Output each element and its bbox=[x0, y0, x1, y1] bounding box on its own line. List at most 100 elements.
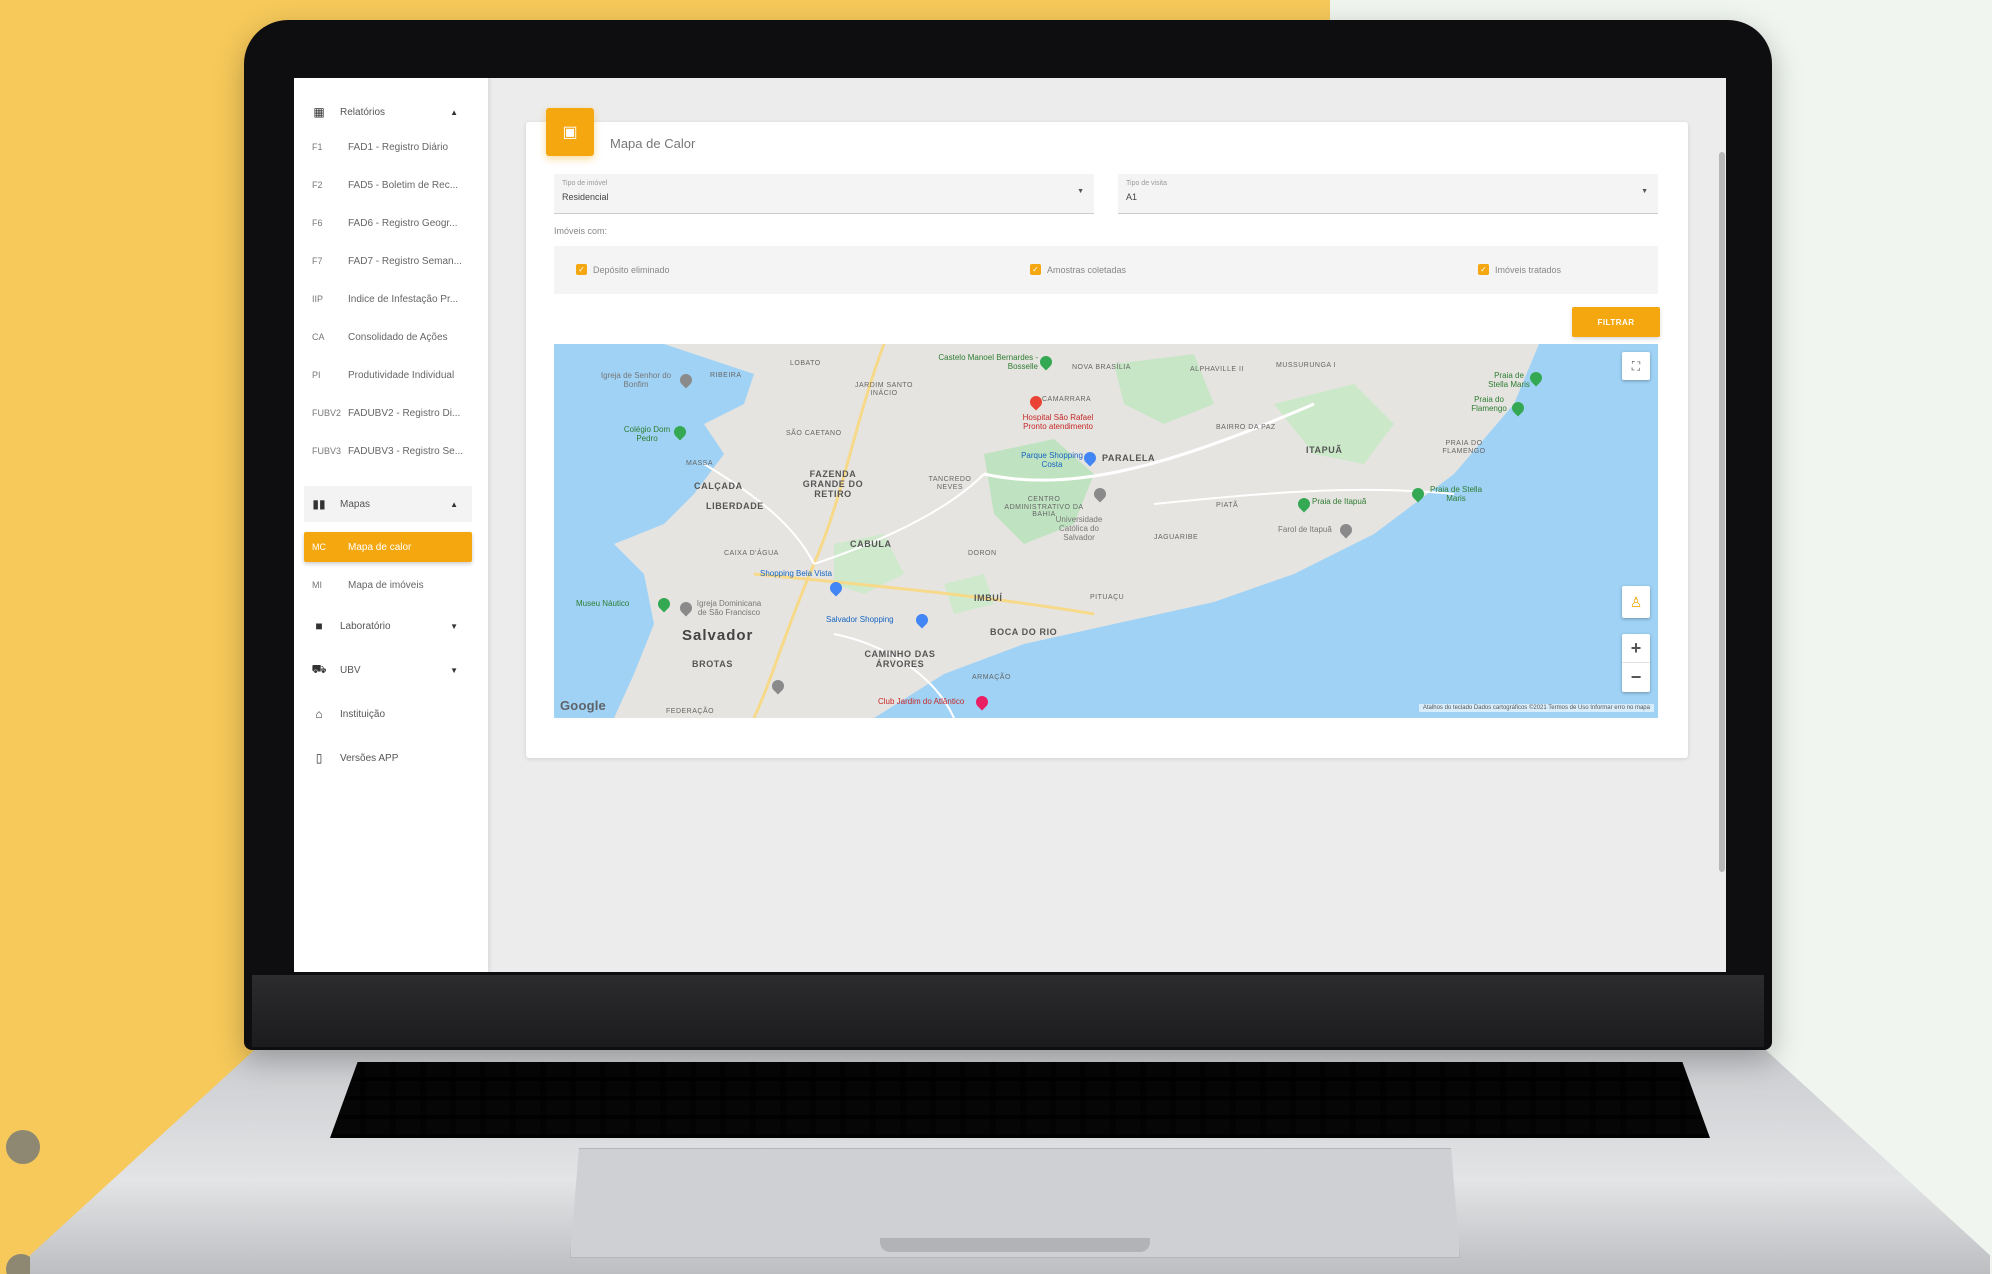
sidebar-item-heatmap[interactable]: MC Mapa de calor bbox=[304, 532, 472, 562]
institution-icon: ⌂ bbox=[315, 707, 323, 721]
sidebar-group-ubv[interactable]: ⛟ UBV ▼ bbox=[304, 652, 472, 688]
sidebar-item-label: FAD6 - Registro Geogr... bbox=[348, 217, 458, 229]
map-neighborhood-label: CAIXA D'ÁGUA bbox=[724, 550, 779, 557]
map-place-label: Praia de Itapuã bbox=[1312, 497, 1367, 506]
fullscreen-icon[interactable]: ⛶ bbox=[1622, 352, 1650, 380]
decor-dot bbox=[6, 1130, 40, 1164]
map-attribution[interactable]: Atalhos do teclado Dados cartográficos ©… bbox=[1418, 704, 1654, 712]
scrollbar[interactable] bbox=[1718, 104, 1726, 872]
laptop-keyboard bbox=[330, 1062, 1710, 1138]
sidebar-item-property-map[interactable]: MI Mapa de imóveis bbox=[304, 570, 472, 600]
map-place-label: Universidade Católica do Salvador bbox=[1055, 515, 1103, 542]
checkbox-label: Amostras coletadas bbox=[1047, 264, 1127, 275]
map-neighborhood-label: ARMAÇÃO bbox=[972, 674, 1011, 681]
sidebar-item-report[interactable]: PI Produtividade Individual bbox=[304, 360, 472, 390]
zoom-in-icon[interactable]: + bbox=[1622, 634, 1650, 663]
sidebar-item-institution[interactable]: ⌂ Instituição bbox=[304, 696, 472, 732]
sidebar-group-lab[interactable]: ■ Laboratório ▼ bbox=[304, 608, 472, 644]
sidebar-item-abbr: F6 bbox=[312, 218, 323, 228]
map-neighborhood-label: NOVA BRASÍLIA bbox=[1072, 364, 1131, 371]
sidebar-item-abbr: FUBV2 bbox=[312, 408, 342, 418]
checkbox-checked-icon: ✓ bbox=[1478, 264, 1489, 275]
map-place-label: Museu Náutico bbox=[576, 599, 630, 608]
laptop-notch bbox=[880, 1238, 1150, 1252]
map-place-label: Colégio Dom Pedro bbox=[623, 425, 671, 443]
map-neighborhood-label: MASSA bbox=[686, 460, 714, 467]
map-neighborhood-label: JARDIM SANTO INÁCIO bbox=[855, 382, 913, 397]
map-neighborhood-label: LIBERDADE bbox=[706, 501, 764, 511]
map-neighborhood-label: CABULA bbox=[850, 539, 892, 549]
lab-icon: ■ bbox=[315, 619, 323, 633]
map-neighborhood-label: ALPHAVILLE II bbox=[1190, 366, 1244, 373]
report-icon: ▦ bbox=[313, 105, 325, 119]
map-place-label: Hospital São Rafael Pronto atendimento bbox=[1022, 413, 1094, 431]
filter-bar: ✓ Depósito eliminado ✓ Amostras coletada… bbox=[554, 246, 1658, 294]
sidebar-group-reports[interactable]: ▦ Relatórios ▲ bbox=[304, 94, 472, 130]
map-place-label: Salvador Shopping bbox=[826, 615, 894, 624]
sidebar-item-report[interactable]: F6 FAD6 - Registro Geogr... bbox=[304, 208, 472, 238]
sidebar-item-label: Índice de Infestação Pr... bbox=[348, 293, 459, 305]
map-icon: ▮▮ bbox=[312, 497, 326, 511]
sidebar-item-report[interactable]: FUBV2 FADUBV2 - Registro Di... bbox=[304, 398, 472, 428]
sidebar-item-app-versions[interactable]: ▯ Versões APP bbox=[304, 740, 472, 776]
zoom-out-icon[interactable]: − bbox=[1622, 663, 1650, 692]
sidebar-group-label: Versões APP bbox=[340, 752, 399, 764]
sidebar-item-abbr: IIP bbox=[312, 294, 324, 304]
page-title: Mapa de Calor bbox=[610, 136, 696, 151]
map-place-label: Parque Shopping Costa bbox=[1021, 451, 1083, 469]
map-neighborhood-label: PITUAÇU bbox=[1090, 594, 1125, 601]
checkbox-label: Depósito eliminado bbox=[593, 264, 670, 275]
map-neighborhood-label: MUSSURUNGA I bbox=[1276, 362, 1337, 369]
sidebar-item-report[interactable]: F7 FAD7 - Registro Seman... bbox=[304, 246, 472, 276]
sidebar-item-label: Mapa de calor bbox=[348, 541, 412, 553]
checkbox-samples-collected[interactable]: ✓ Amostras coletadas bbox=[1030, 264, 1126, 275]
map-neighborhood-label: BAIRRO DA PAZ bbox=[1216, 424, 1276, 431]
sidebar-group-maps[interactable]: ▮▮ Mapas ▲ bbox=[304, 486, 472, 522]
select-value: Residencial bbox=[562, 192, 609, 202]
property-type-select[interactable]: Tipo de imóvel Residencial ▼ bbox=[554, 174, 1094, 214]
sidebar-item-label: Consolidado de Ações bbox=[348, 331, 448, 343]
filter-button[interactable]: FILTRAR bbox=[1572, 307, 1660, 337]
sidebar-item-abbr: MI bbox=[312, 580, 322, 590]
sidebar-group-label: UBV bbox=[340, 664, 361, 676]
sidebar-item-abbr: F7 bbox=[312, 256, 323, 266]
sidebar-item-abbr: CA bbox=[312, 332, 325, 342]
map-neighborhood-label: ITAPUÃ bbox=[1306, 445, 1343, 455]
sidebar-item-report[interactable]: CA Consolidado de Ações bbox=[304, 322, 472, 352]
select-label: Tipo de visita bbox=[1126, 180, 1167, 187]
laptop-bezel bbox=[252, 975, 1764, 1047]
checkbox-treated-properties[interactable]: ✓ Imóveis tratados bbox=[1478, 264, 1561, 275]
map-neighborhood-label: PARALELA bbox=[1102, 453, 1156, 463]
sidebar: ▦ Relatórios ▲ F1 FAD1 - Registro Diário… bbox=[294, 78, 488, 972]
checkbox-deposit-eliminated[interactable]: ✓ Depósito eliminado bbox=[576, 264, 670, 275]
sidebar-group-label: Relatórios bbox=[340, 106, 386, 118]
sidebar-item-abbr: F2 bbox=[312, 180, 323, 190]
sidebar-item-report[interactable]: F1 FAD1 - Registro Diário bbox=[304, 132, 472, 162]
sidebar-item-report[interactable]: IIP Índice de Infestação Pr... bbox=[304, 284, 472, 314]
map-neighborhood-label: PIATÃ bbox=[1216, 502, 1239, 509]
sidebar-item-label: Produtividade Individual bbox=[348, 369, 455, 381]
sidebar-group-label: Mapas bbox=[340, 498, 371, 510]
heat-map[interactable]: CALÇADA LIBERDADE FAZENDA GRANDE DO RETI… bbox=[554, 344, 1658, 718]
sidebar-item-label: FADUBV2 - Registro Di... bbox=[348, 407, 461, 419]
sidebar-item-report[interactable]: F2 FAD5 - Boletim de Rec... bbox=[304, 170, 472, 200]
google-logo: Google bbox=[560, 698, 606, 713]
map-neighborhood-label: CAMARRARA bbox=[1042, 396, 1092, 403]
map-neighborhood-label: LOBATO bbox=[790, 360, 821, 367]
map-place-label: Igreja de Senhor do Bonfim bbox=[600, 371, 672, 389]
ubv-icon: ⛟ bbox=[311, 662, 327, 676]
map-neighborhood-label: FAZENDA GRANDE DO RETIRO bbox=[802, 469, 864, 499]
heatmap-card: ▣ Mapa de Calor Tipo de imóvel Residenci… bbox=[526, 108, 1688, 758]
street-view-icon[interactable]: ♙ bbox=[1622, 586, 1650, 618]
chevron-down-icon: ▼ bbox=[450, 665, 458, 675]
map-place-label: Praia de Stella Maris bbox=[1429, 485, 1483, 503]
map-neighborhood-label: PRAIA DO FLAMENGO bbox=[1442, 440, 1486, 455]
sidebar-item-report[interactable]: FUBV3 FADUBV3 - Registro Se... bbox=[304, 436, 472, 466]
sidebar-item-label: Mapa de imóveis bbox=[348, 579, 424, 591]
sidebar-item-label: FAD7 - Registro Seman... bbox=[348, 255, 462, 267]
map-neighborhood-label: IMBUÍ bbox=[974, 593, 1003, 603]
visit-type-select[interactable]: Tipo de visita A1 ▼ bbox=[1118, 174, 1658, 214]
chevron-up-icon: ▲ bbox=[450, 107, 458, 117]
scrollbar-thumb[interactable] bbox=[1719, 152, 1725, 872]
select-value: A1 bbox=[1126, 192, 1138, 202]
